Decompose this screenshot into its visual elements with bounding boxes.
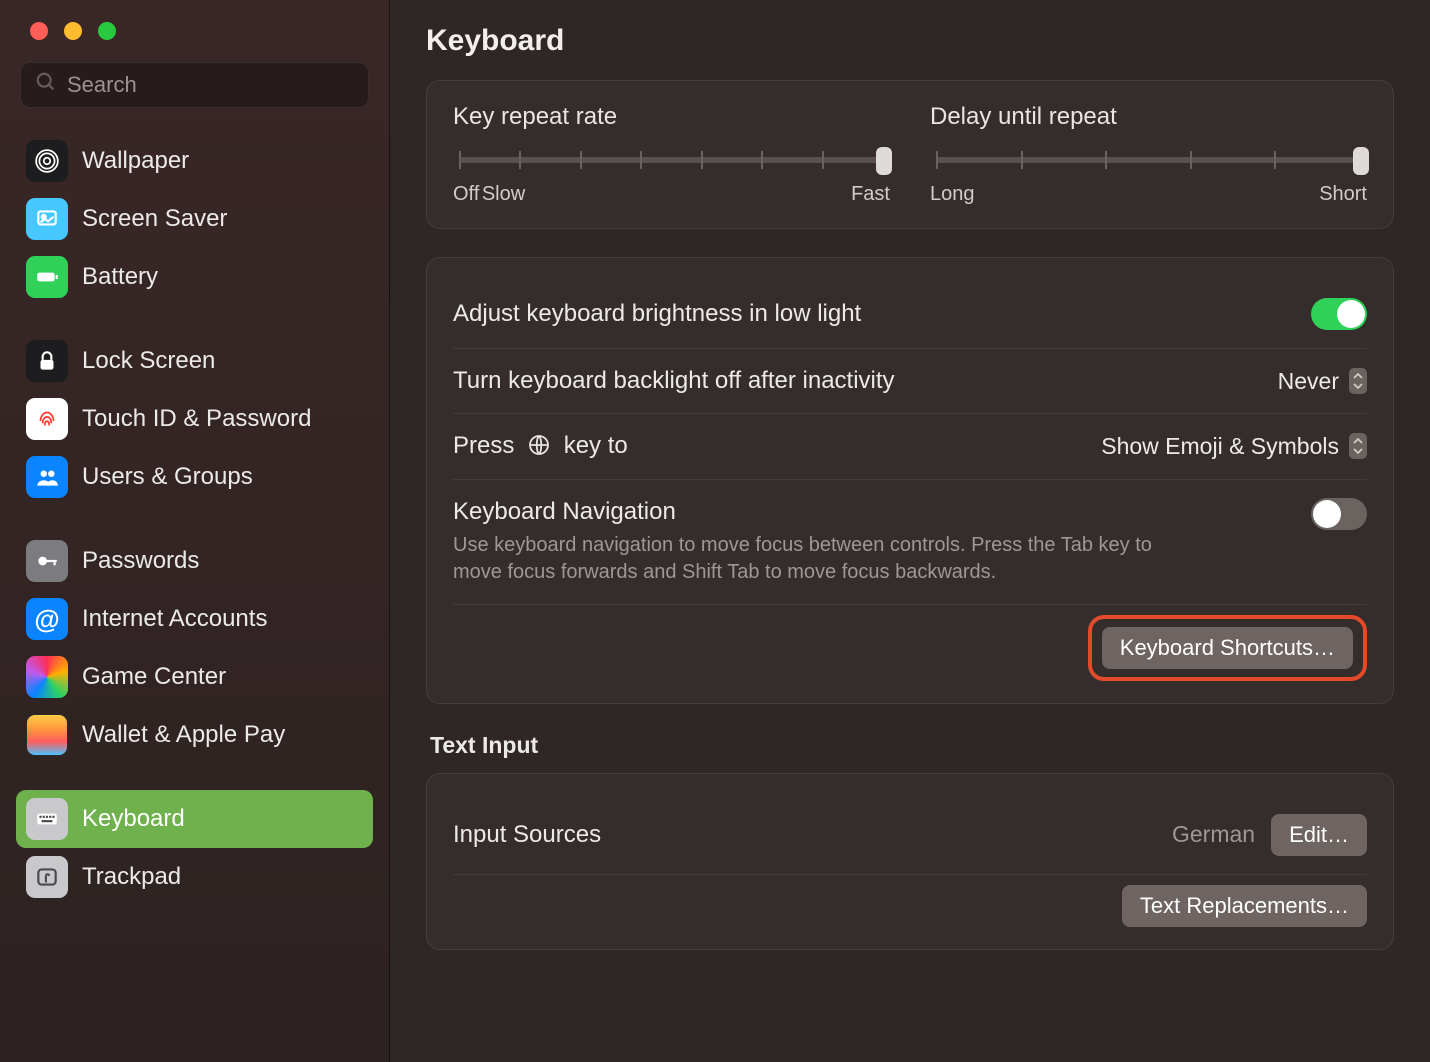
main-content: Keyboard Key repeat rate Off Slow Fast D… bbox=[390, 0, 1430, 1062]
sidebar-item-internet-accounts[interactable]: @ Internet Accounts bbox=[16, 590, 373, 648]
sidebar-item-label: Passwords bbox=[82, 547, 199, 575]
sidebar-item-label: Keyboard bbox=[82, 805, 185, 833]
delay-until-repeat-label: Delay until repeat bbox=[930, 103, 1367, 131]
globe-key-label: Press key to bbox=[453, 432, 628, 461]
sidebar-nav: Wallpaper Screen Saver Battery Lock Scre… bbox=[0, 126, 389, 1062]
window-controls bbox=[0, 0, 389, 62]
page-title: Keyboard bbox=[426, 24, 1394, 58]
brightness-label: Adjust keyboard brightness in low light bbox=[453, 300, 861, 328]
slider-thumb[interactable] bbox=[1353, 147, 1369, 175]
search-input[interactable] bbox=[67, 72, 354, 98]
users-icon bbox=[26, 456, 68, 498]
sidebar-item-label: Touch ID & Password bbox=[82, 405, 311, 433]
keyboard-nav-label: Keyboard Navigation bbox=[453, 498, 1173, 526]
game-center-icon bbox=[26, 656, 68, 698]
globe-key-row: Press key to Show Emoji & Symbols bbox=[453, 414, 1367, 480]
text-input-panel: Input Sources German Edit… Text Replacem… bbox=[426, 773, 1394, 950]
minimize-window-button[interactable] bbox=[64, 22, 82, 40]
sidebar-item-passwords[interactable]: Passwords bbox=[16, 532, 373, 590]
sidebar-item-label: Battery bbox=[82, 263, 158, 291]
keyboard-shortcuts-button[interactable]: Keyboard Shortcuts… bbox=[1102, 627, 1353, 669]
sidebar-item-screen-saver[interactable]: Screen Saver bbox=[16, 190, 373, 248]
chevron-up-down-icon bbox=[1349, 368, 1367, 394]
input-sources-row: Input Sources German Edit… bbox=[453, 796, 1367, 875]
text-replacements-button[interactable]: Text Replacements… bbox=[1122, 885, 1367, 927]
sidebar-item-keyboard[interactable]: Keyboard bbox=[16, 790, 373, 848]
backlight-popup[interactable]: Never bbox=[1278, 368, 1367, 395]
repeat-sliders-panel: Key repeat rate Off Slow Fast Delay unti… bbox=[426, 80, 1394, 229]
sidebar-item-label: Users & Groups bbox=[82, 463, 253, 491]
screen-saver-icon bbox=[26, 198, 68, 240]
zoom-window-button[interactable] bbox=[98, 22, 116, 40]
wallet-icon bbox=[26, 714, 68, 756]
input-sources-label: Input Sources bbox=[453, 821, 601, 849]
slider-label-short: Short bbox=[1319, 183, 1367, 206]
globe-key-value: Show Emoji & Symbols bbox=[1101, 433, 1339, 460]
delay-until-repeat-slider[interactable] bbox=[936, 157, 1361, 163]
at-icon: @ bbox=[26, 598, 68, 640]
fingerprint-icon bbox=[26, 398, 68, 440]
key-repeat-rate-slider[interactable] bbox=[459, 157, 884, 163]
key-repeat-rate-block: Key repeat rate Off Slow Fast bbox=[453, 103, 890, 206]
sidebar-item-trackpad[interactable]: Trackpad bbox=[16, 848, 373, 906]
slider-label-slow: Slow bbox=[482, 183, 525, 206]
wallpaper-icon bbox=[26, 140, 68, 182]
delay-until-repeat-block: Delay until repeat Long Short bbox=[930, 103, 1367, 206]
backlight-value: Never bbox=[1278, 368, 1339, 395]
sidebar-item-label: Trackpad bbox=[82, 863, 181, 891]
keyboard-nav-row: Keyboard Navigation Use keyboard navigat… bbox=[453, 480, 1367, 605]
backlight-row: Turn keyboard backlight off after inacti… bbox=[453, 349, 1367, 414]
chevron-up-down-icon bbox=[1349, 433, 1367, 459]
search-field[interactable] bbox=[20, 62, 369, 108]
brightness-toggle[interactable] bbox=[1311, 298, 1367, 330]
sidebar-item-game-center[interactable]: Game Center bbox=[16, 648, 373, 706]
globe-key-popup[interactable]: Show Emoji & Symbols bbox=[1101, 433, 1367, 460]
keyboard-shortcuts-highlight: Keyboard Shortcuts… bbox=[1088, 615, 1367, 681]
close-window-button[interactable] bbox=[30, 22, 48, 40]
input-sources-edit-button[interactable]: Edit… bbox=[1271, 814, 1367, 856]
slider-thumb[interactable] bbox=[876, 147, 892, 175]
trackpad-icon bbox=[26, 856, 68, 898]
brightness-row: Adjust keyboard brightness in low light bbox=[453, 280, 1367, 349]
sidebar-item-wallet[interactable]: Wallet & Apple Pay bbox=[16, 706, 373, 764]
sidebar-item-label: Wallpaper bbox=[82, 147, 189, 175]
input-sources-value: German bbox=[1172, 821, 1255, 848]
keyboard-icon bbox=[26, 798, 68, 840]
keyboard-settings-panel: Adjust keyboard brightness in low light … bbox=[426, 257, 1394, 704]
battery-icon bbox=[26, 256, 68, 298]
sidebar: Wallpaper Screen Saver Battery Lock Scre… bbox=[0, 0, 390, 1062]
keyboard-nav-toggle[interactable] bbox=[1311, 498, 1367, 530]
key-icon bbox=[26, 540, 68, 582]
lock-icon bbox=[26, 340, 68, 382]
sidebar-item-label: Lock Screen bbox=[82, 347, 215, 375]
sidebar-item-lock-screen[interactable]: Lock Screen bbox=[16, 332, 373, 390]
search-icon bbox=[35, 71, 67, 99]
key-repeat-rate-label: Key repeat rate bbox=[453, 103, 890, 131]
sidebar-item-label: Game Center bbox=[82, 663, 226, 691]
text-input-heading: Text Input bbox=[430, 732, 1390, 759]
slider-label-off: Off bbox=[453, 183, 479, 206]
sidebar-item-label: Screen Saver bbox=[82, 205, 227, 233]
sidebar-item-users-groups[interactable]: Users & Groups bbox=[16, 448, 373, 506]
slider-label-long: Long bbox=[930, 183, 975, 206]
backlight-label: Turn keyboard backlight off after inacti… bbox=[453, 367, 895, 395]
sidebar-item-label: Wallet & Apple Pay bbox=[82, 721, 285, 749]
sidebar-item-wallpaper[interactable]: Wallpaper bbox=[16, 132, 373, 190]
keyboard-nav-help: Use keyboard navigation to move focus be… bbox=[453, 532, 1173, 586]
sidebar-item-touch-id[interactable]: Touch ID & Password bbox=[16, 390, 373, 448]
sidebar-item-battery[interactable]: Battery bbox=[16, 248, 373, 306]
slider-label-fast: Fast bbox=[851, 183, 890, 206]
sidebar-item-label: Internet Accounts bbox=[82, 605, 267, 633]
globe-icon bbox=[527, 433, 551, 457]
